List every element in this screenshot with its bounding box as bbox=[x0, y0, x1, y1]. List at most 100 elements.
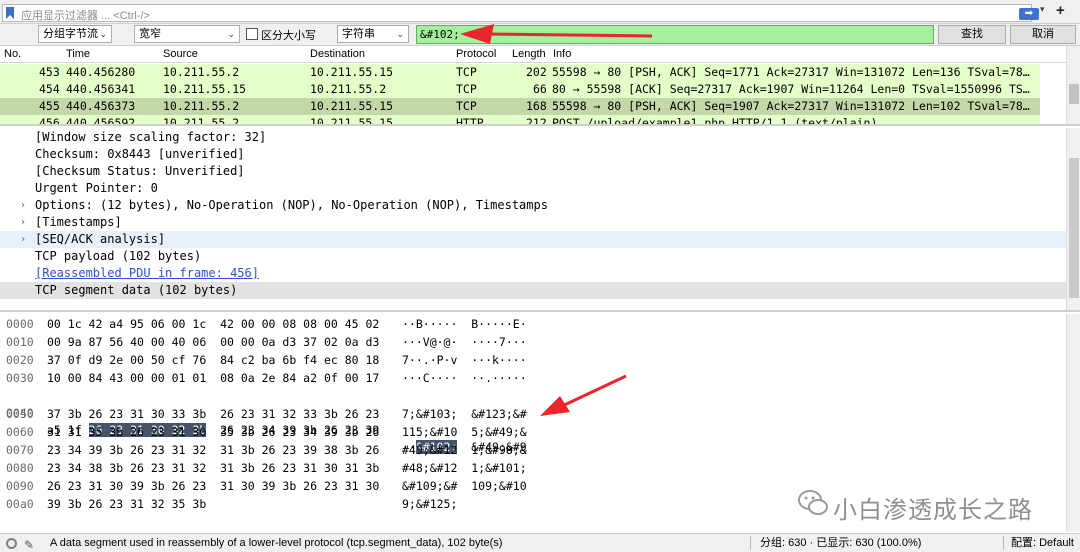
chevron-right-icon[interactable]: › bbox=[20, 231, 26, 248]
byte-hex: 26 23 31 30 39 3b 26 23 31 30 39 3b 26 2… bbox=[47, 479, 380, 493]
search-type-select[interactable]: 字符串 ⌄ bbox=[337, 25, 409, 43]
detail-item[interactable]: [Window size scaling factor: 32] bbox=[0, 129, 1066, 146]
byte-offset: 0000 bbox=[6, 317, 34, 331]
detail-item-selected[interactable]: TCP segment data (102 bytes) bbox=[0, 282, 1066, 299]
packet-time: 440.456373 bbox=[66, 99, 136, 113]
packet-length: 202 bbox=[526, 65, 547, 79]
expert-info-icon[interactable] bbox=[6, 538, 17, 549]
scrollbar-thumb[interactable] bbox=[1069, 84, 1079, 104]
bytes-row[interactable]: 0010 00 9a 87 56 40 00 40 06 00 00 0a d3 … bbox=[0, 334, 1066, 351]
status-message: A data segment used in reassembly of a l… bbox=[50, 537, 503, 549]
packet-row[interactable]: 456 440.456592 10.211.55.2 10.211.55.15 … bbox=[0, 115, 1040, 126]
profile-label[interactable]: 配置: Default bbox=[1011, 534, 1074, 552]
display-filter-input[interactable]: 应用显示过滤器 ... <Ctrl-/> ➡ bbox=[2, 4, 1039, 22]
char-width-select[interactable]: 宽窄 ⌄ bbox=[134, 25, 240, 43]
bytes-row[interactable]: 0000 00 1c 42 a4 95 06 00 1c 42 00 00 08 … bbox=[0, 316, 1066, 333]
arrow-right-icon[interactable]: ➡ bbox=[1019, 8, 1039, 20]
packet-info: POST /upload/example1.php HTTP/1.1 (text… bbox=[552, 116, 878, 126]
byte-hex: 23 34 38 3b 26 23 31 32 31 3b 26 23 31 3… bbox=[47, 461, 380, 475]
byte-hex: 37 0f d9 2e 00 50 cf 76 84 c2 ba 6b f4 e… bbox=[47, 353, 380, 367]
column-header-source[interactable]: Source bbox=[163, 48, 198, 60]
scrollbar-thumb[interactable] bbox=[1069, 158, 1079, 298]
annotation-arrow-icon bbox=[460, 24, 653, 44]
detail-link-text[interactable]: [Reassembled PDU in frame: 456] bbox=[35, 265, 259, 282]
filter-placeholder: 应用显示过滤器 ... <Ctrl-/> bbox=[21, 10, 150, 22]
bytes-row[interactable]: 0020 37 0f d9 2e 00 50 cf 76 84 c2 ba 6b … bbox=[0, 352, 1066, 369]
column-header-info[interactable]: Info bbox=[553, 48, 571, 60]
bookmark-icon[interactable] bbox=[6, 7, 14, 19]
packet-length: 212 bbox=[526, 116, 547, 126]
reassembled-pdu-link[interactable]: [Reassembled PDU in frame: 456] bbox=[0, 265, 1066, 282]
search-in-value: 分组字节流 bbox=[43, 28, 98, 40]
packet-list-scrollbar[interactable] bbox=[1066, 46, 1080, 124]
byte-ascii: 115;&#10 5;&#49;& bbox=[402, 425, 527, 439]
detail-text: [Timestamps] bbox=[35, 215, 122, 229]
detail-item[interactable]: Checksum: 0x8443 [unverified] bbox=[0, 146, 1066, 163]
byte-hex: 10 00 84 43 00 00 01 01 08 0a 2e 84 a2 0… bbox=[47, 371, 380, 385]
bytes-row-highlighted[interactable]: 0040 a5 1f 26 23 31 30 32 3b 26 23 34 39… bbox=[0, 388, 1066, 454]
packet-protocol: TCP bbox=[456, 65, 477, 79]
packet-time: 440.456280 bbox=[66, 65, 136, 79]
byte-ascii: 9;&#125; bbox=[402, 497, 458, 511]
byte-offset: 0090 bbox=[6, 479, 34, 493]
byte-offset: 0070 bbox=[6, 443, 34, 457]
watermark-text: 小白渗透成长之路 bbox=[833, 496, 1033, 524]
bytes-row[interactable]: 0080 23 34 38 3b 26 23 31 32 31 3b 26 23 … bbox=[0, 460, 1066, 477]
column-header-no[interactable]: No. bbox=[4, 48, 21, 60]
detail-item-timestamps[interactable]: › [Timestamps] bbox=[0, 214, 1066, 231]
status-divider bbox=[1003, 536, 1004, 550]
bytes-row[interactable]: 0030 10 00 84 43 00 00 01 01 08 0a 2e 84 … bbox=[0, 370, 1066, 387]
chevron-down-icon[interactable]: ▾ bbox=[1040, 4, 1045, 15]
byte-ascii: &#109;&# 109;&#10 bbox=[402, 479, 527, 493]
packet-list: No. Time Source Destination Protocol Len… bbox=[0, 46, 1080, 126]
packet-destination: 10.211.55.15 bbox=[310, 99, 394, 113]
byte-offset: 0050 bbox=[6, 407, 34, 421]
chevron-right-icon[interactable]: › bbox=[20, 214, 26, 231]
case-sensitive-checkbox[interactable] bbox=[246, 28, 258, 40]
column-header-destination[interactable]: Destination bbox=[310, 48, 365, 60]
bytes-scrollbar[interactable] bbox=[1066, 314, 1080, 532]
packet-row[interactable]: 454 440.456341 10.211.55.15 10.211.55.2 … bbox=[0, 81, 1040, 98]
byte-ascii: ··B····· B·····E· bbox=[402, 317, 527, 331]
detail-text: Options: (12 bytes), No-Operation (NOP),… bbox=[35, 198, 548, 212]
packet-time: 440.456592 bbox=[66, 116, 136, 126]
find-button[interactable]: 查找 bbox=[938, 25, 1006, 44]
column-header-protocol[interactable]: Protocol bbox=[456, 48, 496, 60]
detail-item[interactable]: TCP payload (102 bytes) bbox=[0, 248, 1066, 265]
packet-time: 440.456341 bbox=[66, 82, 136, 96]
edit-comment-icon[interactable]: ✎ bbox=[24, 536, 34, 552]
column-header-length[interactable]: Length bbox=[512, 48, 546, 60]
detail-text: [Window size scaling factor: 32] bbox=[35, 130, 267, 144]
bytes-row[interactable]: 0070 23 34 39 3b 26 23 31 32 31 3b 26 23 … bbox=[0, 442, 1066, 459]
detail-text: Checksum: 0x8443 [unverified] bbox=[35, 147, 245, 161]
byte-hex: 00 1c 42 a4 95 06 00 1c 42 00 00 08 08 0… bbox=[47, 317, 380, 331]
packet-row-selected[interactable]: 455 440.456373 10.211.55.2 10.211.55.15 … bbox=[0, 98, 1040, 115]
byte-ascii: #48;&#12 1;&#101; bbox=[402, 461, 527, 475]
detail-item[interactable]: [Checksum Status: Unverified] bbox=[0, 163, 1066, 180]
search-in-select[interactable]: 分组字节流 ⌄ bbox=[38, 25, 112, 43]
cancel-button[interactable]: 取消 bbox=[1010, 25, 1076, 44]
byte-hex: 23 34 39 3b 26 23 31 32 31 3b 26 23 39 3… bbox=[47, 443, 380, 457]
details-scrollbar[interactable] bbox=[1066, 128, 1080, 310]
chevron-right-icon[interactable]: › bbox=[20, 197, 26, 214]
detail-text: [Checksum Status: Unverified] bbox=[35, 164, 245, 178]
detail-item-options[interactable]: › Options: (12 bytes), No-Operation (NOP)… bbox=[0, 197, 1066, 214]
bytes-row[interactable]: 0050 37 3b 26 23 31 30 33 3b 26 23 31 32 … bbox=[0, 406, 1066, 423]
detail-item-seq-ack[interactable]: › [SEQ/ACK analysis] bbox=[0, 231, 1066, 248]
byte-ascii: #49;&#12 1;&#98;& bbox=[402, 443, 527, 457]
byte-hex: 37 3b 26 23 31 30 33 3b 26 23 31 32 33 3… bbox=[47, 407, 380, 421]
case-sensitive-label: 区分大小写 bbox=[261, 30, 316, 42]
add-filter-button[interactable]: + bbox=[1056, 2, 1065, 19]
chevron-down-icon: ⌄ bbox=[99, 29, 107, 39]
packet-source: 10.211.55.2 bbox=[163, 99, 240, 113]
detail-text: TCP payload (102 bytes) bbox=[35, 249, 202, 263]
packet-list-header: No. Time Source Destination Protocol Len… bbox=[0, 46, 1066, 63]
byte-offset: 00a0 bbox=[6, 497, 34, 511]
column-header-time[interactable]: Time bbox=[66, 48, 90, 60]
byte-ascii: ···V@·@· ····7··· bbox=[402, 335, 527, 349]
packet-row[interactable]: 453 440.456280 10.211.55.2 10.211.55.15 … bbox=[0, 64, 1040, 81]
bytes-row[interactable]: 0060 31 31 35 3b 26 23 31 30 35 3b 26 23 … bbox=[0, 424, 1066, 441]
detail-item[interactable]: Urgent Pointer: 0 bbox=[0, 180, 1066, 197]
wechat-logo-icon bbox=[798, 490, 828, 515]
display-filter-toolbar: 应用显示过滤器 ... <Ctrl-/> ➡ ▾ + bbox=[0, 0, 1080, 24]
